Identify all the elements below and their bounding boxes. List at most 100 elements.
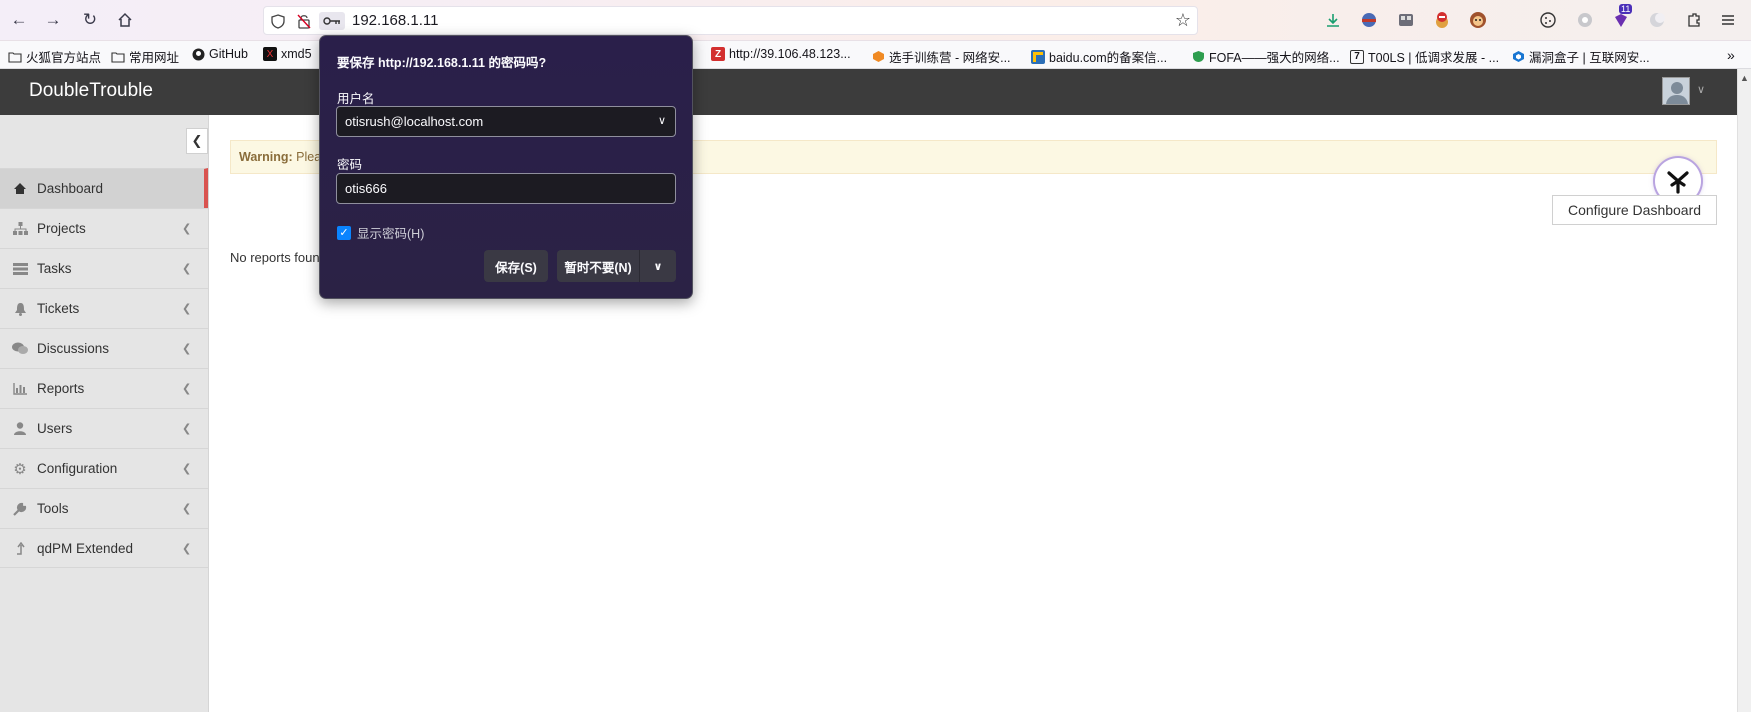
sidebar-item-label: Tasks — [37, 261, 72, 276]
bookmark-label: 火狐官方站点 — [26, 51, 102, 65]
sidebar-item-label: Tools — [37, 501, 69, 516]
vertical-scrollbar[interactable]: ▲ — [1737, 69, 1751, 712]
extensions-puzzle-icon[interactable] — [1684, 10, 1704, 30]
chevron-down-icon: ∨ — [653, 260, 663, 273]
level-up-icon — [12, 540, 28, 556]
dialog-title: 要保存 http://192.168.1.11 的密码吗? — [337, 56, 547, 70]
extension-grid-icon[interactable] — [1396, 10, 1416, 30]
sidebar-item-label: Dashboard — [37, 181, 104, 196]
bookmark-label: baidu.com的备案信... — [1049, 51, 1168, 65]
extension-badge-count: 11 — [1619, 4, 1633, 14]
chevron-down-icon[interactable]: ∨ — [658, 114, 666, 127]
bookmark-item[interactable]: X xmd5 — [263, 47, 312, 61]
tasks-icon — [12, 261, 28, 277]
download-icon[interactable] — [1323, 10, 1343, 30]
bookmark-label: 选手训练营 - 网络安... — [889, 51, 1011, 65]
chevron-left-icon: ❮ — [182, 463, 192, 475]
folder-icon — [111, 50, 125, 64]
hexagon-icon — [871, 50, 885, 64]
no-reports-text: No reports foun — [230, 250, 320, 265]
more-options-button[interactable]: ∨ — [639, 250, 676, 282]
bookmark-label: GitHub — [209, 47, 248, 61]
url-bar[interactable]: 192.168.1.11 ☆ — [263, 6, 1198, 35]
insecure-lock-icon[interactable] — [295, 12, 313, 30]
sidebar-item-users[interactable]: Users ❮ — [0, 408, 208, 448]
extension-monkey-icon[interactable] — [1468, 10, 1488, 30]
bookmark-item[interactable]: FOFA——强大的网络... — [1191, 47, 1340, 66]
forward-icon[interactable]: → — [42, 9, 64, 31]
bookmark-item[interactable]: GitHub — [191, 47, 248, 61]
sidebar-item-dashboard[interactable]: Dashboard — [0, 168, 208, 208]
sidebar: ❮ Dashboard Projects ❮ Tasks ❮ Tickets ❮… — [0, 115, 209, 712]
bookmark-item[interactable]: 火狐官方站点 — [8, 47, 101, 66]
bookmark-item[interactable]: baidu.com的备案信... — [1031, 47, 1167, 66]
bookmark-label: xmd5 — [281, 47, 312, 61]
sidebar-item-qdpm-extended[interactable]: qdPM Extended ❮ — [0, 528, 208, 568]
bookmark-item[interactable]: Z http://39.106.48.123... — [711, 47, 851, 61]
sidebar-item-label: Tickets — [37, 301, 80, 316]
sidebar-item-tools[interactable]: Tools ❮ — [0, 488, 208, 528]
back-icon[interactable]: ← — [8, 9, 30, 31]
sidebar-item-label: Reports — [37, 381, 85, 396]
show-password-label: 显示密码(H) — [357, 227, 425, 241]
sidebar-collapse-button[interactable]: ❮ — [186, 128, 208, 154]
save-button[interactable]: 保存(S) — [484, 250, 548, 282]
extension-cookie-icon[interactable] — [1538, 10, 1558, 30]
checkmark-icon[interactable]: ✓ — [337, 225, 351, 240]
password-field[interactable]: otis666 — [336, 173, 676, 204]
user-icon — [12, 421, 28, 437]
bookmarks-bar: 火狐官方站点 常用网址 GitHub X xmd5 Z http://39.10… — [0, 41, 1751, 69]
username-field[interactable]: otisrush@localhost.com ∨ — [336, 106, 676, 137]
warning-text: Plea — [292, 150, 322, 164]
tools-icon: 7 — [1350, 49, 1364, 64]
shield-icon[interactable] — [269, 12, 287, 30]
bookmark-star-icon[interactable]: ☆ — [1175, 10, 1191, 31]
chevron-left-icon: ❮ — [182, 503, 192, 515]
menu-hamburger-icon[interactable] — [1718, 10, 1738, 30]
folder-icon — [8, 50, 22, 64]
home-icon — [12, 181, 28, 197]
chevron-down-icon[interactable]: ∨ — [1697, 83, 1705, 96]
extension-globe-icon[interactable] — [1359, 10, 1379, 30]
sidebar-item-projects[interactable]: Projects ❮ — [0, 208, 208, 248]
chevron-left-icon: ❮ — [182, 343, 192, 355]
bell-icon — [12, 301, 28, 317]
scroll-up-icon[interactable]: ▲ — [1740, 73, 1749, 83]
sidebar-item-reports[interactable]: Reports ❮ — [0, 368, 208, 408]
key-icon[interactable] — [319, 12, 345, 30]
chevron-left-icon: ❮ — [182, 542, 192, 555]
extension-stop-icon[interactable] — [1432, 10, 1452, 30]
avatar[interactable] — [1662, 77, 1690, 105]
wrench-icon — [12, 501, 28, 517]
bookmark-label: http://39.106.48.123... — [729, 47, 851, 61]
bookmarks-overflow-icon[interactable]: » — [1727, 47, 1735, 63]
sidebar-item-discussions[interactable]: Discussions ❮ — [0, 328, 208, 368]
bookmark-item[interactable]: 漏洞盒子 | 互联网安... — [1511, 47, 1650, 66]
warning-strong: Warning: — [239, 150, 293, 164]
extension-shield-badge-icon[interactable]: 11 — [1611, 4, 1633, 30]
show-password-checkbox[interactable]: ✓ 显示密码(H) — [337, 223, 424, 242]
sidebar-item-label: Users — [37, 421, 73, 436]
url-text[interactable]: 192.168.1.11 — [352, 12, 438, 29]
configure-dashboard-button[interactable]: Configure Dashboard — [1552, 195, 1717, 225]
extension-gear-grey-icon[interactable] — [1575, 10, 1595, 30]
fofa-icon — [1191, 50, 1205, 64]
sidebar-item-configuration[interactable]: ⚙ Configuration ❮ — [0, 448, 208, 488]
home-button-icon[interactable] — [114, 9, 136, 31]
not-now-button[interactable]: 暂时不要(N) — [557, 250, 639, 282]
password-value: otis666 — [345, 181, 387, 196]
bar-chart-icon — [12, 381, 28, 397]
bookmark-item[interactable]: 7 T00LS | 低调求发展 - ... — [1350, 47, 1499, 66]
reload-icon[interactable]: ↻ — [79, 9, 101, 31]
app-title[interactable]: DoubleTrouble — [29, 80, 153, 102]
sidebar-item-tickets[interactable]: Tickets ❮ — [0, 288, 208, 328]
bookmark-item[interactable]: 选手训练营 - 网络安... — [871, 47, 1011, 66]
extension-moon-icon[interactable] — [1647, 10, 1667, 30]
bookmark-label: 漏洞盒子 | 互联网安... — [1529, 51, 1650, 65]
bookmark-label: FOFA——强大的网络... — [1209, 51, 1340, 65]
sidebar-item-label: Discussions — [37, 341, 110, 356]
sidebar-item-tasks[interactable]: Tasks ❮ — [0, 248, 208, 288]
bookmark-item[interactable]: 常用网址 — [111, 47, 179, 66]
sidebar-item-label: Configuration — [37, 461, 118, 476]
chevron-left-icon: ❮ — [182, 303, 192, 315]
